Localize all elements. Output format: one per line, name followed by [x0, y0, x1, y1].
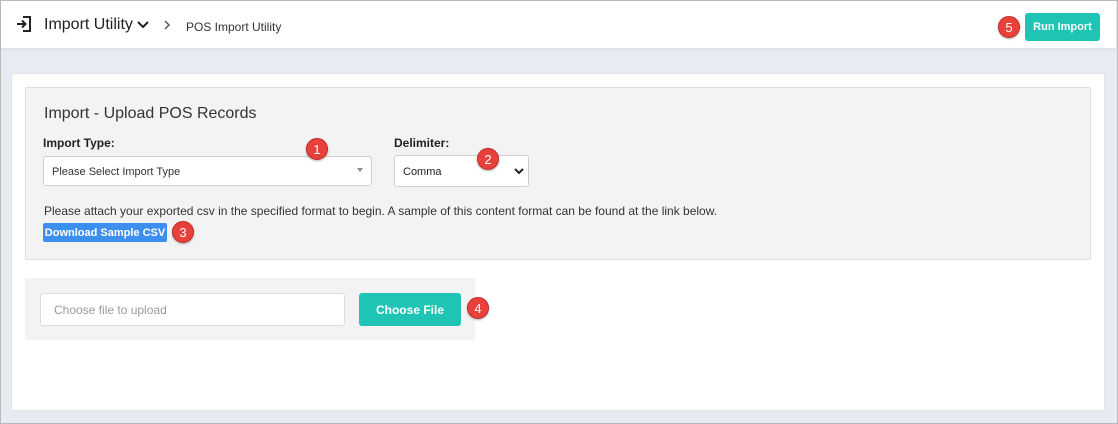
callout-marker-3: 3 — [172, 221, 194, 243]
file-upload-input[interactable] — [40, 293, 345, 326]
delimiter-label: Delimiter: — [394, 136, 450, 150]
download-sample-csv-button[interactable]: Download Sample CSV — [43, 223, 167, 242]
choose-file-button[interactable]: Choose File — [359, 293, 461, 326]
caret-down-icon — [357, 168, 363, 172]
callout-marker-1: 1 — [306, 138, 328, 160]
callout-marker-5: 5 — [998, 16, 1020, 38]
chevron-down-icon[interactable] — [136, 19, 150, 31]
app-title[interactable]: Import Utility — [44, 16, 133, 34]
run-import-button[interactable]: Run Import — [1025, 13, 1100, 41]
import-type-label: Import Type: — [43, 136, 115, 150]
panel-title: Import - Upload POS Records — [44, 105, 257, 122]
import-type-select[interactable]: Please Select Import Type — [43, 156, 372, 186]
callout-marker-2: 2 — [477, 148, 499, 170]
chevron-down-icon — [514, 168, 524, 175]
delimiter-select[interactable]: Comma — [394, 155, 529, 187]
chevron-right-icon — [164, 20, 170, 30]
breadcrumb[interactable]: POS Import Utility — [186, 20, 281, 34]
callout-marker-4: 4 — [467, 297, 489, 319]
import-icon — [17, 16, 31, 32]
help-text: Please attach your exported csv in the s… — [44, 204, 718, 218]
